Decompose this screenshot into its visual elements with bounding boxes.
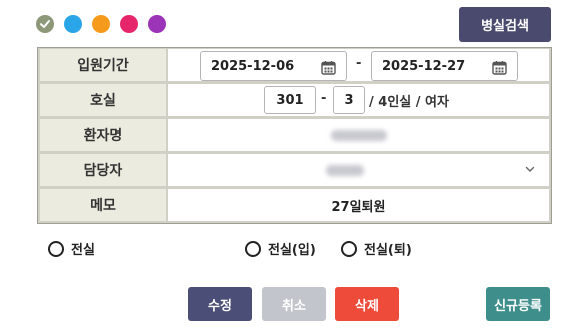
- delete-button[interactable]: 삭제: [335, 287, 399, 321]
- radio-circle[interactable]: [245, 240, 261, 257]
- patient-name-field[interactable]: [168, 119, 549, 151]
- color-dot-olive-checked[interactable]: [36, 15, 54, 33]
- calendar-icon[interactable]: [321, 60, 336, 75]
- color-dot-blue[interactable]: [64, 15, 82, 33]
- period-cell: 2025-12-06 - 2025-12-27: [168, 49, 549, 81]
- date-separator: -: [356, 56, 362, 71]
- start-date-value: 2025-12-06: [211, 58, 295, 74]
- radio-transfer-in[interactable]: 전실(입): [245, 239, 316, 258]
- patient-name-label: 환자명: [40, 119, 166, 151]
- room-separator: -: [321, 91, 327, 106]
- room-row: 호실 301 - 3 / 4인실 / 여자: [38, 83, 551, 117]
- radio-transfer-in-label: 전실(입): [268, 243, 316, 258]
- new-register-button[interactable]: 신규등록: [486, 287, 550, 321]
- staff-label: 담당자: [40, 154, 166, 186]
- memo-label: 메모: [40, 189, 166, 221]
- staff-select[interactable]: [168, 154, 549, 186]
- radio-transfer-label: 전실: [71, 243, 95, 258]
- color-dot-pink[interactable]: [120, 15, 138, 33]
- check-icon: [40, 20, 50, 28]
- cancel-button[interactable]: 취소: [262, 287, 326, 321]
- staff-name-redacted: [326, 165, 364, 176]
- radio-transfer[interactable]: 전실: [48, 239, 95, 258]
- color-dot-orange[interactable]: [92, 15, 110, 33]
- patient-row: 환자명: [38, 118, 551, 152]
- color-dot-purple[interactable]: [148, 15, 166, 33]
- staff-row: 담당자: [38, 153, 551, 187]
- chevron-down-icon: [525, 166, 535, 172]
- end-date-input[interactable]: 2025-12-27: [371, 51, 518, 81]
- edit-button[interactable]: 수정: [188, 287, 252, 321]
- room-floor-value: 301: [276, 92, 304, 108]
- memo-value: 27일퇴원: [331, 199, 386, 215]
- period-row: 입원기간 2025-12-06 - 2025-12-27: [38, 48, 551, 82]
- room-info: / 4인실 / 여자: [369, 95, 449, 110]
- room-number-input[interactable]: 3: [333, 86, 365, 114]
- room-floor-input[interactable]: 301: [264, 86, 316, 114]
- radio-circle[interactable]: [48, 240, 64, 257]
- memo-field[interactable]: 27일퇴원: [168, 189, 549, 221]
- patient-name-redacted: [331, 130, 387, 141]
- admission-form-table: 입원기간 2025-12-06 - 2025-12-27 호실 301 - 3 …: [37, 47, 552, 224]
- calendar-icon[interactable]: [492, 60, 507, 75]
- radio-circle[interactable]: [341, 240, 357, 257]
- radio-transfer-out[interactable]: 전실(퇴): [341, 239, 412, 258]
- period-label: 입원기간: [40, 49, 166, 81]
- room-cell: 301 - 3 / 4인실 / 여자: [168, 84, 549, 116]
- room-label: 호실: [40, 84, 166, 116]
- room-number-value: 3: [344, 92, 354, 108]
- radio-transfer-out-label: 전실(퇴): [364, 243, 412, 258]
- end-date-value: 2025-12-27: [382, 58, 466, 74]
- start-date-input[interactable]: 2025-12-06: [200, 51, 347, 81]
- memo-row: 메모 27일퇴원: [38, 188, 551, 222]
- room-search-button[interactable]: 병실검색: [459, 7, 551, 42]
